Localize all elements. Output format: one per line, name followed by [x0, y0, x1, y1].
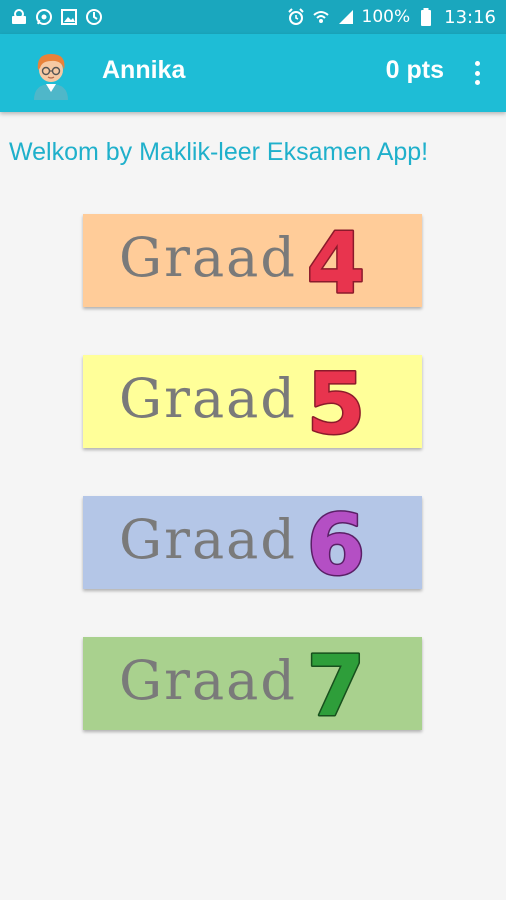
grade-number-6: 6	[305, 498, 366, 586]
signal-icon	[337, 8, 355, 26]
points-counter: 0 pts	[385, 56, 444, 84]
grade-number-5: 5	[305, 357, 366, 445]
user-name: Annika	[102, 56, 186, 84]
svg-text:6: 6	[307, 498, 365, 586]
sync-icon	[85, 8, 103, 26]
grade-label: Graad	[119, 508, 297, 571]
grade-6-button[interactable]: Graad 6	[83, 496, 422, 589]
grade-4-button[interactable]: Graad 4	[83, 214, 422, 307]
status-right-icons: 100% 13:16	[287, 7, 496, 28]
status-bar: 100% 13:16	[0, 0, 506, 34]
welcome-text: Welkom by Maklik-leer Eksamen App!	[9, 138, 429, 166]
grade-label: Graad	[119, 226, 297, 289]
more-vert-icon[interactable]	[466, 58, 488, 88]
svg-text:7: 7	[307, 639, 365, 727]
grade-number-4: 4	[305, 216, 366, 304]
grade-number-7: 7	[305, 639, 366, 727]
alarm-icon	[287, 8, 305, 26]
grade-5-button[interactable]: Graad 5	[83, 355, 422, 448]
grade-7-button[interactable]: Graad 7	[83, 637, 422, 730]
grade-label: Graad	[119, 649, 297, 712]
status-time: 13:16	[444, 6, 496, 28]
whatsapp-icon	[35, 8, 53, 26]
battery-percent: 100%	[361, 7, 411, 27]
svg-text:4: 4	[307, 216, 365, 304]
app-bar: Annika 0 pts	[0, 34, 506, 112]
grade-label: Graad	[119, 367, 297, 430]
gallery-icon	[60, 8, 78, 26]
settings-app-icon	[10, 8, 28, 26]
wifi-calling-icon	[312, 8, 330, 26]
svg-text:5: 5	[307, 357, 365, 445]
teacher-avatar-icon[interactable]	[26, 48, 76, 100]
battery-icon	[417, 8, 435, 26]
status-left-icons	[10, 8, 103, 26]
